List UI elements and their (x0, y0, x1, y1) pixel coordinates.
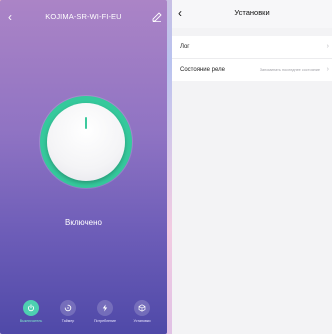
bolt-icon (102, 304, 108, 312)
row-value: Запоминать последнее состояние (259, 68, 320, 72)
settings-screen: ‹ Установки Лог › Состояние реле Запомин… (172, 0, 332, 334)
nav-circle (97, 300, 113, 316)
bottom-nav: Выключатель Таймер Потребление Установки (0, 300, 167, 330)
nav-circle (60, 300, 76, 316)
settings-row-log[interactable]: Лог › (172, 36, 332, 59)
nav-label: Потребление (93, 319, 117, 323)
row-label: Лог (180, 44, 190, 50)
nav-item-timer[interactable]: Таймер (48, 300, 88, 323)
settings-title: Установки (234, 8, 270, 17)
nav-label: Установки (133, 319, 151, 323)
chevron-right-icon: › (326, 66, 329, 73)
power-icon (27, 304, 35, 312)
nav-label: Выключатель (19, 319, 43, 323)
row-label: Состояние реле (180, 67, 225, 73)
settings-list: Лог › Состояние реле Запоминать последне… (172, 36, 332, 81)
cube-icon (138, 304, 146, 312)
device-title: KOJIMA-SR-WI-FI-EU (45, 12, 122, 21)
edit-icon[interactable] (152, 12, 162, 22)
nav-item-switch[interactable]: Выключатель (11, 300, 51, 323)
nav-circle (134, 300, 150, 316)
nav-circle (23, 300, 39, 316)
power-knob[interactable] (47, 103, 125, 181)
nav-label: Таймер (61, 319, 75, 323)
power-toggle-ring[interactable] (40, 96, 132, 188)
settings-header: ‹ Установки (172, 0, 332, 28)
header: ‹ KOJIMA-SR-WI-FI-EU (0, 8, 167, 26)
power-state-label: Включено (65, 218, 102, 227)
settings-row-relay-state[interactable]: Состояние реле Запоминать последнее сост… (172, 59, 332, 81)
chevron-right-icon: › (326, 43, 329, 50)
nav-item-settings[interactable]: Установки (122, 300, 162, 323)
device-control-screen: ‹ KOJIMA-SR-WI-FI-EU Включено Выключател… (0, 0, 167, 334)
knob-indicator (85, 117, 87, 129)
timer-icon (64, 304, 72, 312)
nav-item-consumption[interactable]: Потребление (85, 300, 125, 323)
